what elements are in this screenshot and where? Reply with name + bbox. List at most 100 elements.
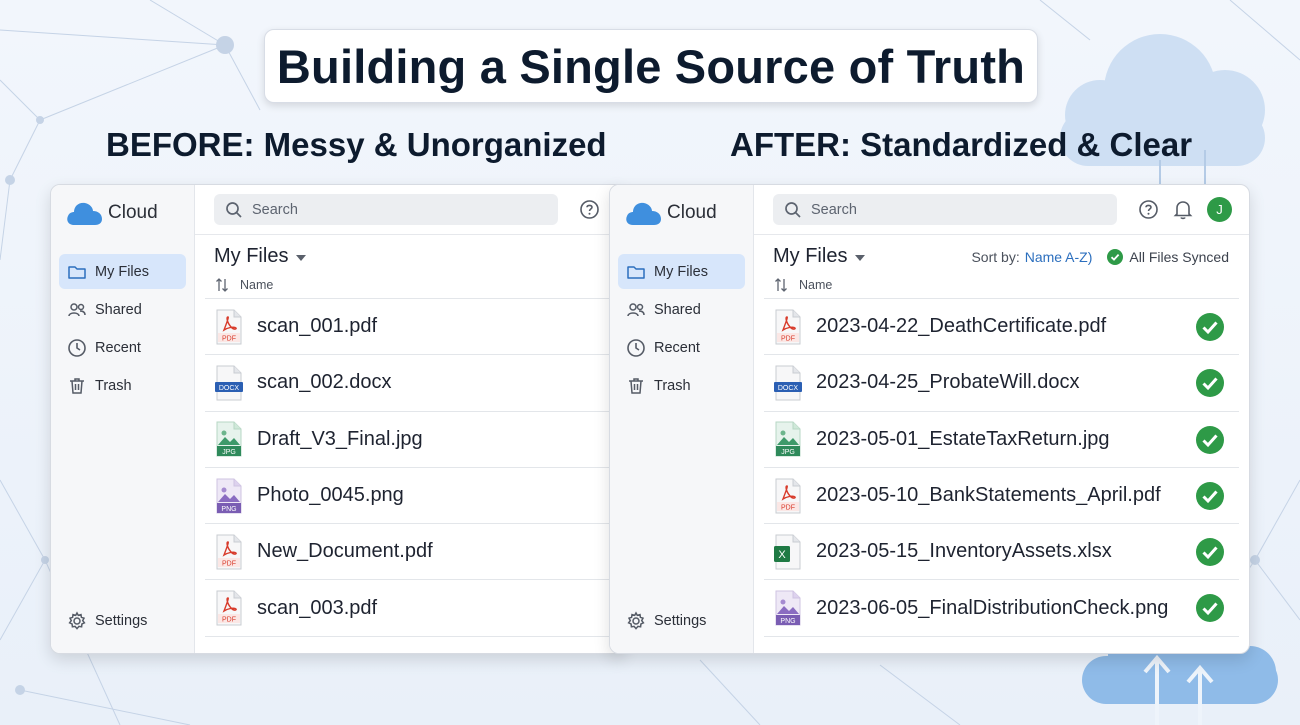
check-circle-icon xyxy=(1196,369,1224,398)
file-row[interactable]: X 2023-05-15_InventoryAssets.xlsx xyxy=(764,524,1239,581)
sidebar-item-recent[interactable]: Recent xyxy=(59,330,186,365)
file-row[interactable]: JPG 2023-05-01_EstateTaxReturn.jpg xyxy=(764,412,1239,468)
pdf-file-icon: PDF xyxy=(775,309,801,345)
help-icon[interactable] xyxy=(579,199,600,220)
sidebar-item-label: Trash xyxy=(95,377,132,394)
check-circle-icon xyxy=(1196,538,1224,567)
docx-file-icon: DOCX xyxy=(215,365,243,401)
people-icon xyxy=(68,302,86,316)
file-row[interactable]: PDF scan_003.pdf xyxy=(205,580,614,637)
sidebar-item-shared[interactable]: Shared xyxy=(618,292,745,327)
cloud-logo-icon xyxy=(67,202,102,225)
file-row[interactable]: PNG 2023-06-05_FinalDistributionCheck.pn… xyxy=(764,580,1239,637)
file-row[interactable]: PDF scan_001.pdf xyxy=(205,299,614,356)
sidebar-item-label: Settings xyxy=(654,612,707,629)
before-window: Cloud My Files Shared Recent Trash Setti… xyxy=(50,184,625,654)
pdf-file-icon: PDF xyxy=(216,590,242,626)
svg-text:PDF: PDF xyxy=(781,504,795,511)
trash-icon xyxy=(629,377,643,394)
file-row[interactable]: JPG Draft_V3_Final.jpg xyxy=(205,412,614,468)
page-title: Building a Single Source of Truth xyxy=(276,39,1026,93)
svg-text:PNG: PNG xyxy=(780,618,795,625)
sidebar: Cloud My Files Shared Recent Trash Setti… xyxy=(51,185,195,653)
sidebar-item-settings[interactable]: Settings xyxy=(618,603,745,638)
svg-text:PDF: PDF xyxy=(222,617,236,624)
sidebar-item-recent[interactable]: Recent xyxy=(618,330,745,365)
file-list: PDF scan_001.pdf DOCX scan_002.docx JPG … xyxy=(205,298,614,637)
divider xyxy=(195,234,624,235)
brand-label: Cloud xyxy=(667,202,717,223)
search-placeholder: Search xyxy=(252,201,298,218)
sidebar-item-settings[interactable]: Settings xyxy=(59,603,186,638)
after-window: Cloud My Files Shared Recent Trash Setti… xyxy=(609,184,1250,654)
check-circle-icon xyxy=(1196,594,1224,623)
sidebar-item-my-files[interactable]: My Files xyxy=(618,254,745,289)
sort-dropdown[interactable]: Name A-Z) xyxy=(1025,249,1093,265)
folder-icon xyxy=(627,265,645,279)
search-input[interactable]: Search xyxy=(214,194,558,225)
main-panel: Search My Files Name PDF scan_001.pdf DO… xyxy=(195,185,624,653)
file-name: 2023-04-22_DeathCertificate.pdf xyxy=(816,315,1107,338)
column-name-label: Name xyxy=(240,278,274,292)
sidebar-item-label: Trash xyxy=(654,377,691,394)
file-row[interactable]: PNG Photo_0045.png xyxy=(205,468,614,525)
file-row[interactable]: PDF 2023-05-10_BankStatements_April.pdf xyxy=(764,468,1239,525)
chevron-down-icon xyxy=(296,254,307,261)
check-circle-icon xyxy=(1196,313,1224,341)
pdf-file-icon: PDF xyxy=(216,534,242,570)
bell-icon[interactable] xyxy=(1173,199,1193,220)
file-row[interactable]: PDF New_Document.pdf xyxy=(205,524,614,581)
xlsx-file-icon: X xyxy=(774,534,801,570)
file-row[interactable]: PDF 2023-04-22_DeathCertificate.pdf xyxy=(764,299,1239,356)
search-input[interactable]: Search xyxy=(773,194,1117,225)
png-file-icon: PNG xyxy=(216,478,242,514)
clock-icon xyxy=(627,338,645,357)
pdf-file-icon: PDF xyxy=(775,478,801,514)
search-icon xyxy=(226,201,242,218)
cloud-logo-icon xyxy=(626,202,661,225)
avatar[interactable]: J xyxy=(1207,197,1232,222)
png-file-icon: PNG xyxy=(775,590,801,626)
sort-arrows-icon xyxy=(216,278,228,292)
trash-icon xyxy=(70,377,84,394)
sidebar-item-my-files[interactable]: My Files xyxy=(59,254,186,289)
sidebar-item-label: Recent xyxy=(654,339,700,356)
svg-text:DOCX: DOCX xyxy=(219,385,240,392)
file-name: Photo_0045.png xyxy=(257,484,404,507)
folder-icon xyxy=(68,265,86,279)
check-circle-icon xyxy=(1196,425,1224,454)
files-heading[interactable]: My Files xyxy=(773,245,866,268)
sort-arrows-icon xyxy=(775,278,787,292)
files-heading[interactable]: My Files xyxy=(214,245,307,268)
sidebar-item-label: Shared xyxy=(654,301,701,318)
file-name: scan_002.docx xyxy=(257,371,392,394)
chevron-down-icon xyxy=(855,254,866,261)
svg-text:PNG: PNG xyxy=(221,506,236,513)
column-header-name[interactable]: Name xyxy=(214,277,273,293)
sync-status: All Files Synced xyxy=(1129,249,1229,265)
pdf-file-icon: PDF xyxy=(216,309,242,345)
column-header-name[interactable]: Name xyxy=(773,277,832,293)
svg-text:JPG: JPG xyxy=(222,449,236,456)
file-row[interactable]: DOCX 2023-04-25_ProbateWill.docx xyxy=(764,355,1239,412)
file-name: scan_001.pdf xyxy=(257,315,378,338)
sidebar-item-shared[interactable]: Shared xyxy=(59,292,186,327)
sidebar-item-trash[interactable]: Trash xyxy=(618,368,745,403)
help-icon[interactable] xyxy=(1138,199,1159,220)
sidebar-item-trash[interactable]: Trash xyxy=(59,368,186,403)
file-name: 2023-05-15_InventoryAssets.xlsx xyxy=(816,540,1112,563)
before-heading: BEFORE: Messy & Unorganized xyxy=(106,126,607,163)
brand-label: Cloud xyxy=(108,202,158,223)
brand[interactable]: Cloud xyxy=(624,199,717,227)
file-row[interactable]: DOCX scan_002.docx xyxy=(205,355,614,412)
after-heading: AFTER: Standardized & Clear xyxy=(730,126,1193,163)
file-name: scan_003.pdf xyxy=(257,596,378,619)
brand[interactable]: Cloud xyxy=(65,199,158,227)
people-icon xyxy=(627,302,645,316)
files-title: My Files xyxy=(773,245,848,267)
column-name-label: Name xyxy=(799,278,833,292)
check-circle-icon xyxy=(1107,249,1124,265)
jpg-file-icon: JPG xyxy=(775,421,801,457)
sidebar-item-label: Shared xyxy=(95,301,142,318)
svg-text:DOCX: DOCX xyxy=(778,385,799,392)
